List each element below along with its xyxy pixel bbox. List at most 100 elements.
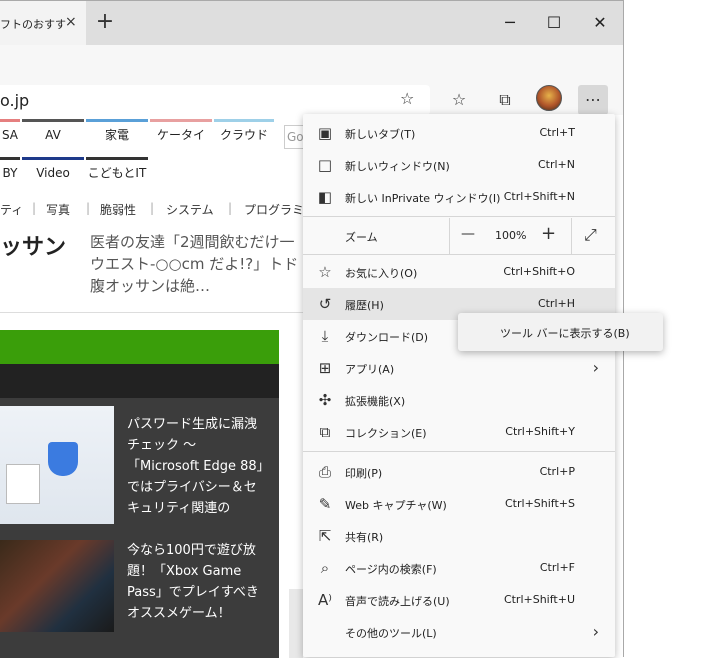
close-window-button[interactable]: ✕ — [586, 9, 614, 37]
shield-icon — [48, 442, 78, 476]
menu-shortcut: Ctrl+H — [537, 297, 575, 310]
menu-label: ページ内の検索(F) — [345, 563, 437, 576]
menu-item-new-tab[interactable]: ▣ 新しいタブ(T) Ctrl+T — [303, 117, 615, 149]
capture-icon: ✎ — [318, 495, 332, 513]
menu-item-more-tools[interactable]: その他のツール(L) › — [303, 616, 615, 648]
section-header — [0, 364, 279, 398]
ad-description[interactable]: 医者の友達「2週間飲むだけ一ウエスト-○○cm だよ!?」トド腹オッサンは絶… — [90, 231, 305, 297]
category-link[interactable]: クラウド — [214, 119, 274, 145]
menu-item-collections[interactable]: ⧉ コレクション(E) Ctrl+Shift+Y — [303, 416, 615, 448]
subnav-divider: | — [32, 201, 37, 215]
subnav-link[interactable]: 写真 — [46, 201, 70, 218]
new-tab-icon: ▣ — [317, 124, 333, 142]
scrollbar[interactable] — [289, 589, 303, 658]
menu-label: 履歴(H) — [345, 299, 384, 312]
zoom-in-button[interactable]: + — [541, 223, 556, 244]
menu-label: 新しいウィンドウ(N) — [345, 160, 450, 173]
find-icon: ⌕ — [320, 559, 330, 577]
menu-shortcut: Ctrl+Shift+Y — [505, 425, 575, 438]
menu-shortcut: Ctrl+T — [539, 126, 575, 139]
zoom-divider — [449, 218, 450, 254]
menu-item-extensions[interactable]: ✣ 拡張機能(X) — [303, 384, 615, 416]
fullscreen-icon[interactable]: ⤢ — [584, 225, 597, 245]
maximize-button[interactable]: ☐ — [540, 9, 568, 37]
chevron-right-icon: › — [592, 358, 599, 377]
menu-item-favorites[interactable]: ☆ お気に入り(O) Ctrl+Shift+O — [303, 256, 615, 288]
menu-shortcut: Ctrl+Shift+U — [503, 593, 575, 606]
settings-more-button[interactable]: ⋯ — [578, 85, 608, 115]
subnav-link[interactable]: ティ — [0, 201, 23, 218]
menu-separator — [303, 451, 615, 452]
menu-item-print[interactable]: ⎙ 印刷(P) Ctrl+P — [303, 456, 615, 488]
download-icon: ⤓ — [321, 327, 329, 345]
menu-label: コレクション(E) — [345, 427, 427, 440]
category-link[interactable]: Video — [22, 157, 84, 183]
menu-item-apps[interactable]: ⊞ アプリ(A) › — [303, 352, 615, 384]
subnav-divider: | — [86, 201, 91, 215]
menu-shortcut: Ctrl+F — [539, 561, 575, 574]
puzzle-icon: ✣ — [318, 391, 332, 409]
ad-headline[interactable]: ッサン — [0, 229, 66, 261]
chevron-right-icon: › — [592, 622, 599, 641]
subnav-divider: | — [150, 201, 155, 215]
title-bar: フトのおすす × + ─ ☐ ✕ — [0, 1, 623, 45]
menu-label: 印刷(P) — [345, 467, 383, 480]
active-tab[interactable]: フトのおすす × — [0, 1, 86, 45]
zoom-level: 100% — [495, 229, 527, 242]
apps-icon: ⊞ — [318, 359, 332, 377]
menu-label: お気に入り(O) — [345, 267, 418, 280]
category-link[interactable]: こどもとIT — [86, 157, 148, 183]
read-aloud-icon: A⁾ — [318, 591, 332, 609]
category-link[interactable]: BY — [0, 157, 20, 183]
category-link[interactable]: 家電 — [86, 119, 148, 145]
tab-title: フトのおすす — [0, 18, 66, 31]
favorites-icon[interactable]: ☆ — [444, 85, 474, 115]
category-link[interactable]: SA — [0, 119, 20, 145]
menu-label: 音声で読み上げる(U) — [345, 595, 450, 608]
address-bar[interactable]: o.jp ☆ — [0, 85, 430, 115]
printer-icon: ⎙ — [318, 463, 331, 481]
menu-shortcut: Ctrl+Shift+S — [505, 497, 575, 510]
menu-item-find[interactable]: ⌕ ページ内の検索(F) Ctrl+F — [303, 552, 615, 584]
menu-separator — [303, 216, 615, 217]
menu-label: 拡張機能(X) — [345, 395, 406, 408]
article-panel: パスワード生成に漏洩チェック ～「Microsoft Edge 88」ではプライ… — [0, 398, 279, 658]
menu-label: 新しい InPrivate ウィンドウ(I) — [345, 192, 501, 205]
search-input[interactable]: Go — [284, 125, 304, 149]
article-thumbnail[interactable] — [0, 540, 114, 632]
menu-shortcut: Ctrl+Shift+O — [503, 265, 575, 278]
menu-label: ズーム — [345, 231, 378, 244]
subnav-link[interactable]: プログラミ — [244, 201, 304, 218]
share-icon: ⇱ — [318, 527, 332, 545]
article-title[interactable]: パスワード生成に漏洩チェック ～「Microsoft Edge 88」ではプライ… — [127, 414, 267, 519]
history-submenu: ツール バーに表示する(B) — [458, 313, 663, 351]
dialog-image — [6, 464, 40, 504]
menu-item-read-aloud[interactable]: A⁾ 音声で読み上げる(U) Ctrl+Shift+U — [303, 584, 615, 616]
avatar[interactable] — [536, 85, 562, 111]
new-tab-button[interactable]: + — [94, 9, 116, 35]
inprivate-icon: ◧ — [317, 188, 333, 206]
favorites-icon: ☆ — [318, 263, 332, 281]
collections-icon[interactable]: ⧉ — [490, 85, 520, 115]
tab-close-icon[interactable]: × — [65, 14, 77, 30]
menu-shortcut: Ctrl+N — [537, 158, 575, 171]
subnav-link[interactable]: 脆弱性 — [100, 201, 136, 218]
menu-item-share[interactable]: ⇱ 共有(R) — [303, 520, 615, 552]
article-title[interactable]: 今なら100円で遊び放題！「Xbox Game Pass」でプレイすべきオススメ… — [127, 540, 267, 624]
menu-separator — [303, 254, 615, 255]
section-bar — [0, 330, 279, 364]
window-icon: □ — [317, 156, 333, 174]
show-in-toolbar-item[interactable]: ツール バーに表示する(B) — [500, 325, 630, 341]
menu-item-new-window[interactable]: □ 新しいウィンドウ(N) Ctrl+N — [303, 149, 615, 181]
subnav-link[interactable]: システム — [166, 201, 214, 218]
minimize-button[interactable]: ─ — [496, 9, 524, 37]
divider — [0, 312, 303, 313]
menu-item-web-capture[interactable]: ✎ Web キャプチャ(W) Ctrl+Shift+S — [303, 488, 615, 520]
category-link[interactable]: ケータイ — [150, 119, 212, 145]
zoom-out-button[interactable]: — — [461, 226, 475, 242]
article-thumbnail[interactable] — [0, 406, 114, 524]
menu-item-inprivate[interactable]: ◧ 新しい InPrivate ウィンドウ(I) Ctrl+Shift+N — [303, 181, 615, 213]
add-favorite-icon[interactable]: ☆ — [400, 89, 414, 108]
category-link[interactable]: AV — [22, 119, 84, 145]
address-url: o.jp — [0, 91, 30, 110]
